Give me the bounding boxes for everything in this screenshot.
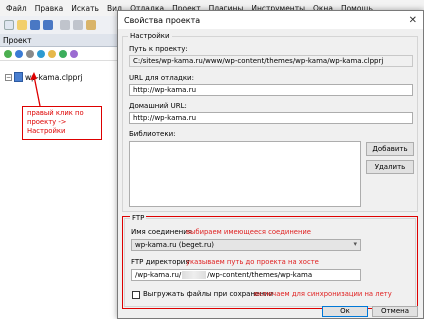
ftp-dir-suffix: /wp-content/themes/wp-kama	[207, 271, 313, 279]
close-icon[interactable]: ✕	[409, 15, 417, 26]
menu-item[interactable]: Искать	[67, 4, 103, 13]
chevron-down-icon: ▾	[353, 240, 357, 248]
menu-item[interactable]: Файл	[0, 4, 31, 13]
libraries-list[interactable]	[129, 141, 361, 207]
annotation-sync: включаем для синхронизации на лету	[254, 290, 392, 298]
upload-on-save-checkbox[interactable]	[132, 291, 140, 299]
project-path-field: C:/sites/wp-kama.ru/www/wp-content/theme…	[129, 55, 413, 67]
connection-select[interactable]: wp-kama.ru (beget.ru) ▾	[131, 239, 361, 251]
debug-url-label: URL для отладки:	[129, 74, 194, 82]
copy-icon[interactable]	[73, 20, 83, 30]
connection-select-value: wp-kama.ru (beget.ru)	[135, 241, 215, 249]
settings-icon[interactable]	[26, 50, 34, 58]
paste-icon[interactable]	[86, 20, 96, 30]
add-icon[interactable]	[15, 50, 23, 58]
project-panel-title: Проект	[0, 34, 117, 47]
ftp-dir-field[interactable]: /wp-kama.ru/ /wp-content/themes/wp-kama	[131, 269, 361, 281]
save-icon[interactable]	[30, 20, 40, 30]
annotation-right-click-text: правый клик по проекту -> Настройки	[27, 109, 84, 136]
menu-item[interactable]: Правка	[31, 4, 68, 13]
dialog-title: Свойства проекта	[124, 15, 201, 25]
libraries-label: Библиотеки:	[129, 130, 176, 138]
dialog-titlebar: Свойства проекта ✕	[118, 11, 423, 29]
home-url-field[interactable]: http://wp-kama.ru	[129, 112, 413, 124]
folder-icon[interactable]	[48, 50, 56, 58]
ftp-group-legend: FTP	[130, 214, 147, 222]
connection-label: Имя соединения	[131, 228, 193, 236]
dialog-body: Настройки Путь к проекту: C:/sites/wp-ka…	[118, 29, 423, 318]
cancel-button[interactable]: Отмена	[372, 306, 418, 317]
redacted-path-segment	[182, 271, 207, 279]
project-properties-dialog: Свойства проекта ✕ Настройки Путь к прое…	[117, 10, 424, 319]
add-library-button[interactable]: Добавить	[366, 142, 414, 156]
project-panel-toolbar	[0, 47, 117, 61]
globe-icon[interactable]	[37, 50, 45, 58]
open-folder-icon[interactable]	[17, 20, 27, 30]
save-all-icon[interactable]	[43, 20, 53, 30]
annotation-connection: выбираем имеющееся соединение	[186, 228, 311, 236]
ftp-dir-prefix: /wp-kama.ru/	[135, 271, 182, 279]
cut-icon[interactable]	[60, 20, 70, 30]
upload-icon[interactable]	[59, 50, 67, 58]
project-path-label: Путь к проекту:	[129, 45, 188, 53]
ftp-dir-label: FTP директория	[131, 258, 190, 266]
debug-url-field[interactable]: http://wp-kama.ru	[129, 84, 413, 96]
refresh-icon[interactable]	[4, 50, 12, 58]
annotation-right-click: правый клик по проекту -> Настройки	[22, 106, 102, 140]
annotation-arrow	[30, 72, 41, 107]
remove-library-button[interactable]: Удалить	[366, 160, 414, 174]
tree-expander-icon[interactable]: −	[5, 73, 12, 81]
ok-button[interactable]: Ок	[322, 306, 368, 317]
new-file-icon[interactable]	[4, 20, 14, 30]
settings-group-legend: Настройки	[128, 32, 172, 40]
annotation-ftp-path: указываем путь до проекта на хосте	[186, 258, 319, 266]
home-url-label: Домашний URL:	[129, 102, 187, 110]
link-icon[interactable]	[70, 50, 78, 58]
project-panel: Проект − wp-kama.clpprj	[0, 34, 118, 319]
